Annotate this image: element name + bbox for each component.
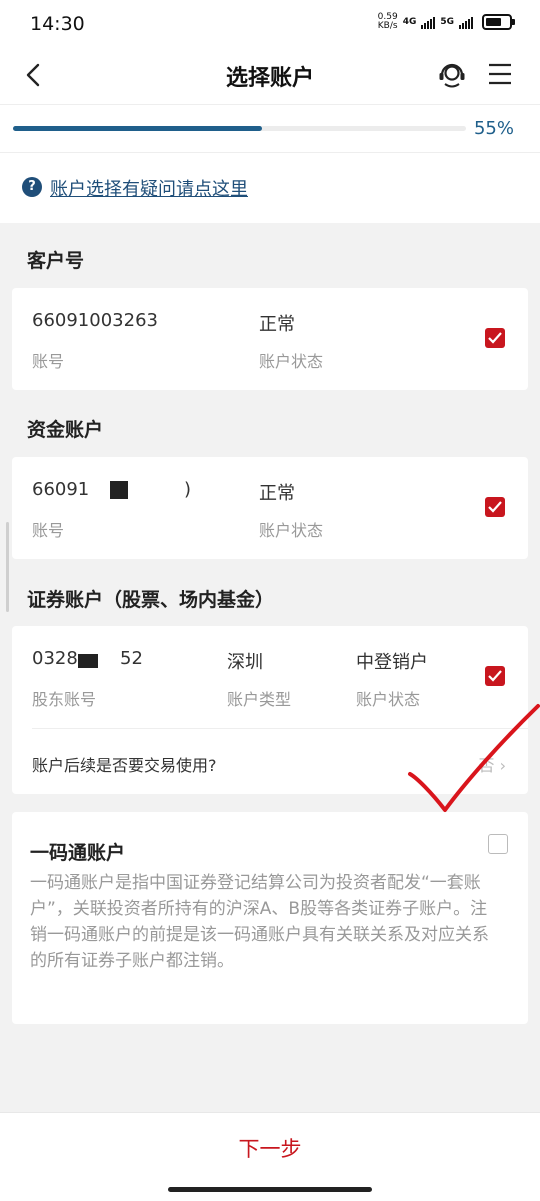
scrollbar[interactable] [6, 522, 9, 612]
redaction-mark [78, 654, 98, 668]
securities-account-no-suffix: 52 [120, 648, 143, 669]
ymt-card[interactable]: 一码通账户 一码通账户是指中国证券登记结算公司为投资者配发“一套账户”，关联投资… [12, 812, 528, 1024]
check-icon [488, 670, 502, 682]
customer-account-no: 66091003263 [32, 310, 158, 331]
signal-icon [421, 16, 436, 29]
battery-icon [482, 14, 515, 30]
fund-status-label: 账户状态 [259, 521, 324, 540]
ymt-checkbox[interactable] [488, 834, 508, 854]
section-title-customer: 客户号 [27, 250, 85, 272]
status-icons: 0.59 KB/s 4G 5G [378, 13, 515, 31]
securities-account-label: 股东账号 [32, 690, 97, 709]
customer-account-label: 账号 [32, 352, 65, 371]
help-link[interactable]: 账户选择有疑问请点这里 [50, 175, 248, 201]
customer-checkbox[interactable] [485, 328, 505, 348]
network-speed: 0.59 KB/s [378, 13, 398, 31]
redaction-mark [110, 481, 128, 499]
securities-market: 深圳 [227, 652, 263, 673]
trade-use-question: 账户后续是否要交易使用? [32, 756, 217, 775]
ymt-description: 一码通账户是指中国证券登记结算公司为投资者配发“一套账户”，关联投资者所持有的沪… [30, 873, 489, 971]
securities-market-label: 账户类型 [227, 690, 292, 709]
footer-bar: 下一步 [0, 1112, 540, 1201]
network-type-1: 4G [402, 16, 417, 27]
ymt-title: 一码通账户 [30, 842, 126, 864]
fund-card[interactable]: 66091 ) 账号 正常 账户状态 [12, 457, 528, 559]
securities-status: 中登销户 [356, 652, 428, 673]
nav-bar: 选择账户 [0, 46, 540, 104]
help-bar: ? 账户选择有疑问请点这里 [0, 152, 540, 223]
check-icon [488, 332, 502, 344]
fund-account-no-prefix: 66091 [32, 479, 90, 500]
fund-checkbox[interactable] [485, 497, 505, 517]
customer-status-label: 账户状态 [259, 352, 324, 371]
progress-fill [13, 126, 263, 131]
progress-section: 55% [0, 104, 540, 153]
section-title-securities: 证券账户（股票、场内基金） [27, 589, 275, 611]
network-speed-unit: KB/s [377, 21, 398, 31]
progress-track [13, 126, 466, 131]
next-step-button[interactable]: 下一步 [0, 1133, 540, 1163]
section-title-fund: 资金账户 [27, 419, 104, 441]
securities-checkbox[interactable] [485, 666, 505, 686]
securities-account-no-prefix: 0328 [32, 648, 78, 669]
hand-drawn-check-mark [408, 704, 540, 812]
signal-icon-2 [459, 16, 473, 29]
question-icon: ? [22, 177, 42, 197]
customer-status: 正常 [259, 314, 295, 335]
fund-status: 正常 [259, 483, 295, 504]
home-indicator[interactable] [168, 1187, 372, 1192]
menu-icon[interactable] [487, 61, 513, 87]
customer-service-icon[interactable] [436, 58, 468, 90]
progress-percent: 55% [473, 118, 514, 139]
fund-account-label: 账号 [32, 521, 65, 540]
network-type-2: 5G [440, 16, 454, 27]
customer-card[interactable]: 66091003263 账号 正常 账户状态 [12, 288, 528, 390]
fund-account-no-suffix: ) [184, 479, 192, 500]
status-bar: 14:30 0.59 KB/s 4G 5G [0, 0, 540, 46]
check-icon [488, 501, 502, 513]
status-time: 14:30 [30, 13, 85, 35]
